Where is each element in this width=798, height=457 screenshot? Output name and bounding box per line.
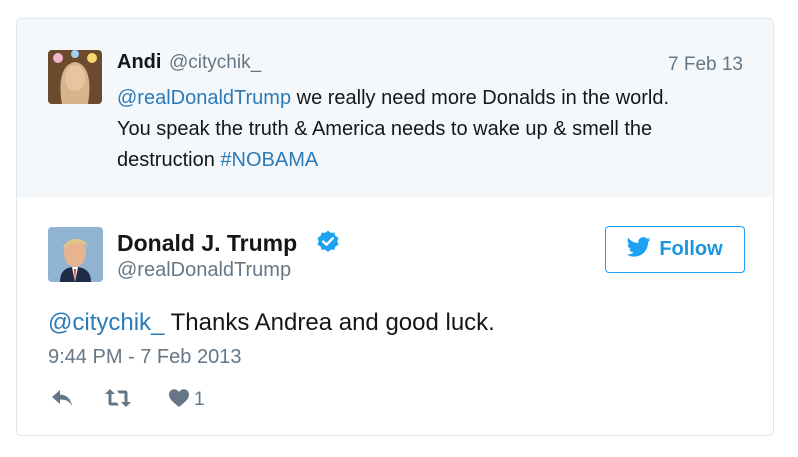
parent-date[interactable]: 7 Feb 13: [668, 54, 743, 76]
reply-button[interactable]: [50, 387, 74, 413]
retweet-icon: [104, 388, 132, 413]
retweet-button[interactable]: [104, 387, 132, 413]
author-name[interactable]: Donald J. Trump: [117, 230, 297, 257]
avatar-trump[interactable]: [48, 227, 103, 282]
heart-icon: [168, 388, 190, 413]
mention-link[interactable]: @citychik_: [48, 309, 164, 336]
twitter-bird-icon: [626, 237, 651, 262]
parent-text-line1: we really need more Donalds in the world…: [291, 87, 670, 109]
author-handle[interactable]: @realDonaldTrump: [117, 259, 291, 282]
follow-button[interactable]: Follow: [605, 226, 745, 273]
avatar-andi[interactable]: [48, 50, 102, 104]
verified-badge-icon: [315, 229, 341, 255]
tweet-body: Thanks Andrea and good luck.: [164, 309, 495, 336]
parent-author-handle[interactable]: @citychik_: [169, 52, 261, 74]
parent-text-line3: destruction: [117, 149, 221, 171]
tweet-timestamp[interactable]: 9:44 PM - 7 Feb 2013: [48, 346, 241, 369]
embedded-tweet-card: Andi @citychik_ 7 Feb 13 @realDonaldTrum…: [16, 18, 774, 436]
reply-icon: [50, 388, 74, 413]
parent-tweet-text: @realDonaldTrump we really need more Don…: [117, 83, 727, 176]
tweet-text: @citychik_ Thanks Andrea and good luck.: [48, 309, 495, 337]
parent-mention-link[interactable]: @realDonaldTrump: [117, 87, 291, 109]
like-count: 1: [194, 389, 205, 410]
parent-text-line2: You speak the truth & America needs to w…: [117, 118, 653, 140]
like-button[interactable]: 1: [168, 387, 205, 413]
hashtag-link[interactable]: #NOBAMA: [220, 149, 318, 171]
parent-author-name[interactable]: Andi: [117, 51, 161, 74]
parent-tweet[interactable]: Andi @citychik_ 7 Feb 13 @realDonaldTrum…: [17, 19, 773, 197]
follow-label: Follow: [659, 238, 723, 260]
